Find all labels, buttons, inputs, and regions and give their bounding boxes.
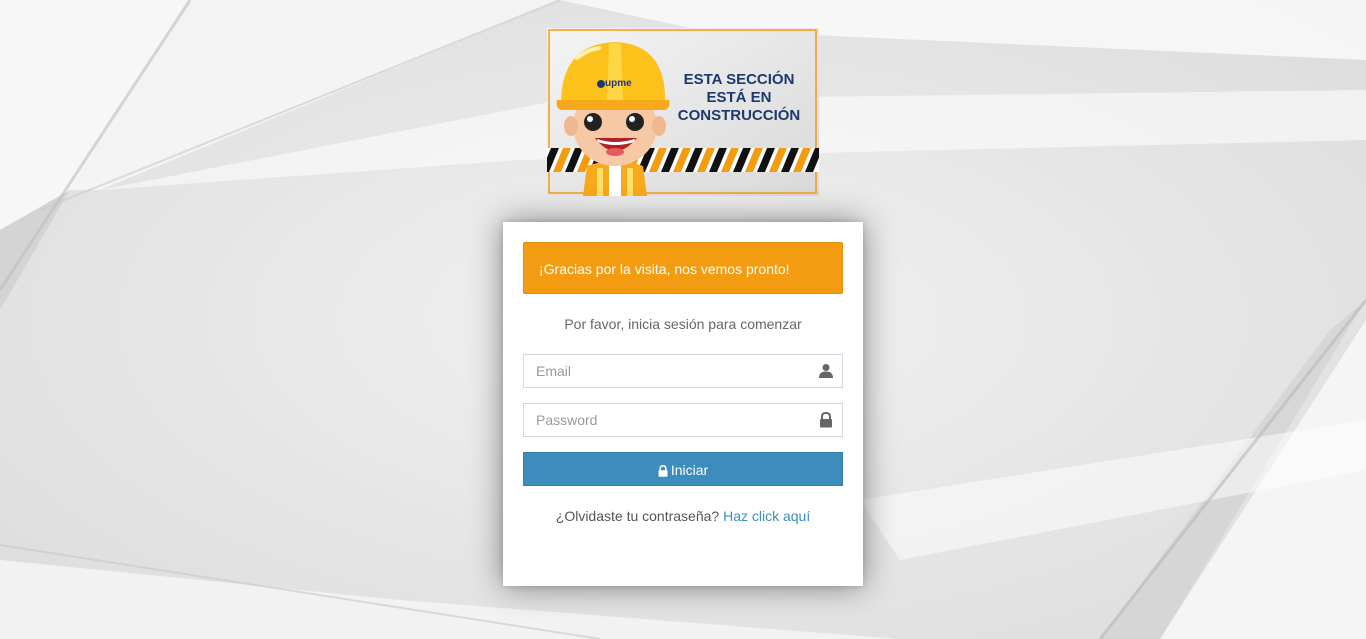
svg-text:ESTÁ EN: ESTÁ EN xyxy=(706,89,771,106)
email-field[interactable] xyxy=(523,354,843,388)
login-submit-button[interactable]: Iniciar xyxy=(523,452,843,486)
user-icon xyxy=(819,364,833,378)
password-input[interactable] xyxy=(524,404,828,436)
lock-icon xyxy=(658,464,668,477)
login-submit-label: Iniciar xyxy=(670,462,709,478)
email-input[interactable] xyxy=(524,355,828,387)
svg-text:CONSTRUCCIÓN: CONSTRUCCIÓN xyxy=(678,106,801,124)
svg-text:ESTA SECCIÓN: ESTA SECCIÓN xyxy=(684,70,795,88)
login-box: ¡Gracias por la visita, nos vemos pronto… xyxy=(503,222,863,586)
svg-text:upme: upme xyxy=(605,78,632,89)
forgot-password-text: ¿Olvidaste tu contraseña? xyxy=(555,508,720,524)
login-box-message: Por favor, inicia sesión para comenzar xyxy=(564,316,802,332)
forgot-password-line: ¿Olvidaste tu contraseña? Haz click aquí xyxy=(503,508,863,524)
lock-icon xyxy=(820,412,832,428)
password-field[interactable] xyxy=(523,403,843,437)
forgot-password-link[interactable]: Haz click aquí xyxy=(723,508,810,524)
under-construction-banner: upme ESTA SECCIÓN ESTÁ EN CONSTRUCCIÓN xyxy=(547,28,819,196)
farewell-alert: ¡Gracias por la visita, nos vemos pronto… xyxy=(523,242,843,294)
